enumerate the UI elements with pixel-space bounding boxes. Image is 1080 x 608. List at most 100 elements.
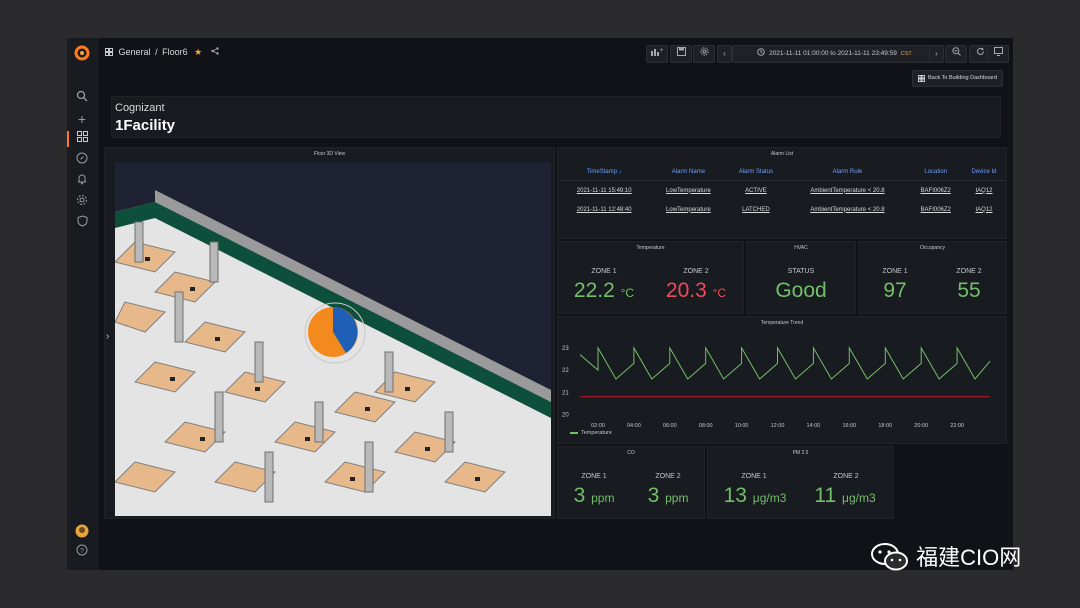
- sidebar: + ?: [67, 38, 98, 570]
- plus-icon[interactable]: +: [74, 111, 90, 127]
- add-panel-button[interactable]: +: [646, 45, 668, 63]
- zone2-label: ZONE 2: [683, 268, 709, 275]
- shield-icon[interactable]: [74, 215, 90, 231]
- zone2-pm25-value: 11 μg/m3: [800, 484, 890, 508]
- hvac-status-value: Good: [775, 279, 827, 302]
- cell-timestamp[interactable]: 2021-11-11 12:48:40: [558, 200, 650, 219]
- cell-alarm-status[interactable]: LATCHED: [726, 200, 785, 219]
- pm25-unit: μg/m3: [752, 491, 787, 505]
- co-unit: ppm: [665, 491, 689, 505]
- chevron-left-icon: ‹: [723, 49, 726, 58]
- search-icon[interactable]: [74, 90, 90, 106]
- wechat-icon: [871, 543, 908, 571]
- column-header-device-id[interactable]: Device Id: [962, 164, 1006, 181]
- floor-3d-scene[interactable]: [115, 162, 551, 516]
- cell-location[interactable]: BAFI006Z2: [909, 181, 962, 201]
- time-shift-back-button[interactable]: ‹: [717, 45, 732, 63]
- avatar[interactable]: [75, 524, 89, 538]
- breadcrumb-dashboard[interactable]: Floor6: [162, 47, 188, 57]
- cell-alarm-rule[interactable]: AmbientTemperature < 20.8: [785, 181, 909, 201]
- share-icon[interactable]: [211, 47, 219, 57]
- zone2-label: ZONE 2: [956, 268, 982, 275]
- temperature-trend-panel: Temperature Trend 20 21 22 23 02:00 04:00 06:0…: [557, 316, 1007, 444]
- expand-chevron-icon[interactable]: ›: [106, 331, 109, 342]
- settings-button[interactable]: [693, 45, 715, 63]
- column-header-location[interactable]: Location: [909, 164, 963, 181]
- zoom-out-icon: [951, 47, 961, 56]
- zone1-pm25-number: 13: [723, 484, 747, 507]
- cell-device-id[interactable]: IAQ12: [962, 181, 1006, 201]
- x-tick-label: 20:00: [914, 423, 928, 429]
- monitor-icon: [993, 47, 1003, 56]
- cell-alarm-name[interactable]: LowTemperature: [650, 200, 726, 219]
- cell-location[interactable]: BAFI006Z2: [909, 200, 962, 219]
- cell-device-id[interactable]: IAQ12: [962, 200, 1006, 219]
- cell-alarm-rule[interactable]: AmbientTemperature < 20.8: [785, 200, 909, 219]
- column-header-timestamp[interactable]: TimeStamp ↓: [558, 164, 651, 181]
- cell-alarm-name[interactable]: LowTemperature: [650, 181, 726, 201]
- zone1-label: ZONE 1: [581, 473, 607, 480]
- x-tick-label: 02:00: [591, 423, 605, 429]
- zone1-pm25-value: 13 μg/m3: [710, 484, 800, 508]
- grafana-logo-icon[interactable]: [73, 44, 91, 62]
- zone1-temperature-number: 22.2: [573, 279, 615, 302]
- bar-chart-add-icon: +: [651, 48, 664, 56]
- refresh-icon: [976, 47, 984, 55]
- x-tick-label: 18:00: [878, 423, 892, 429]
- svg-text:+: +: [660, 48, 663, 54]
- help-icon[interactable]: ?: [74, 544, 90, 560]
- chevron-right-icon: ›: [935, 49, 938, 58]
- save-button[interactable]: [670, 45, 692, 63]
- gear-icon: [699, 47, 709, 56]
- co-unit: ppm: [591, 491, 615, 505]
- zone1-label: ZONE 1: [591, 268, 617, 275]
- cell-alarm-status[interactable]: ACTIVE: [726, 181, 785, 201]
- chart-legend[interactable]: Temperature: [570, 430, 612, 436]
- header-panel: Cognizant 1Facility: [111, 96, 1001, 138]
- column-header-alarm-name[interactable]: Alarm Name: [650, 164, 727, 181]
- zone2-temperature-value: 20.3 °C: [656, 279, 736, 303]
- breadcrumb-separator: /: [155, 47, 158, 57]
- tv-mode-button[interactable]: [987, 45, 1009, 63]
- time-range-text: 2021-11-11 01:00:00 to 2021-11-11 23:49:…: [769, 50, 897, 57]
- column-header-alarm-status[interactable]: Alarm Status: [726, 164, 786, 181]
- zone1-label: ZONE 1: [882, 268, 908, 275]
- temperature-trend-chart[interactable]: 20 21 22 23 02:00 04:00 06:00 08:00 10:00 12:00 14…: [558, 317, 1006, 429]
- alerting-bell-icon[interactable]: [74, 173, 90, 189]
- zone2-label: ZONE 2: [655, 473, 681, 480]
- save-icon: [676, 47, 686, 56]
- grafana-window: + ? General / Floor6 ★ + ‹ 2021-11-11 01…: [67, 38, 1013, 570]
- x-tick-label: 16:00: [842, 423, 856, 429]
- dashboards-icon[interactable]: [74, 131, 90, 147]
- back-to-building-dashboard-button[interactable]: Back To Building Dashboard: [912, 70, 1003, 87]
- watermark-text: 福建CIO网: [916, 545, 1022, 570]
- zoom-out-button[interactable]: [945, 45, 967, 63]
- facility-name: 1Facility: [115, 117, 176, 134]
- y-tick-label: 23: [562, 346, 569, 352]
- column-header-alarm-rule[interactable]: Alarm Rule: [785, 164, 910, 181]
- time-range-picker[interactable]: 2021-11-11 01:00:00 to 2021-11-11 23:49:…: [732, 45, 937, 63]
- temperature-panel: Temperature ZONE 1 22.2 °C ZONE 2 20.3 °…: [557, 241, 744, 314]
- dashboards-icon: [105, 48, 113, 56]
- x-tick-label: 08:00: [699, 423, 713, 429]
- zone1-temperature-value: 22.2 °C: [564, 279, 644, 303]
- temperature-unit: °C: [620, 286, 635, 300]
- breadcrumb: General / Floor6 ★: [105, 47, 219, 58]
- floor-3d-view-panel: Floor 3D View ›: [104, 147, 555, 519]
- active-indicator: [67, 131, 69, 147]
- star-icon[interactable]: ★: [194, 47, 202, 57]
- top-navbar: General / Floor6 ★ + ‹ 2021-11-11 01:00:…: [97, 38, 1013, 68]
- time-shift-forward-button[interactable]: ›: [929, 45, 944, 63]
- x-tick-label: 10:00: [735, 423, 749, 429]
- alarm-table: TimeStamp ↓ Alarm Name Alarm Status Alar…: [558, 164, 1006, 219]
- zone2-co-value: 3 ppm: [628, 484, 708, 508]
- back-button-label: Back To Building Dashboard: [928, 75, 997, 81]
- zone2-label: ZONE 2: [833, 473, 859, 480]
- cell-timestamp[interactable]: 2021-11-11 15:49:10: [558, 181, 650, 201]
- timezone-badge: CST: [900, 51, 912, 57]
- explore-compass-icon[interactable]: [74, 152, 90, 168]
- breadcrumb-folder[interactable]: General: [119, 47, 151, 57]
- x-tick-label: 14:00: [807, 423, 821, 429]
- gear-icon[interactable]: [74, 194, 90, 210]
- legend-label: Temperature: [581, 430, 612, 436]
